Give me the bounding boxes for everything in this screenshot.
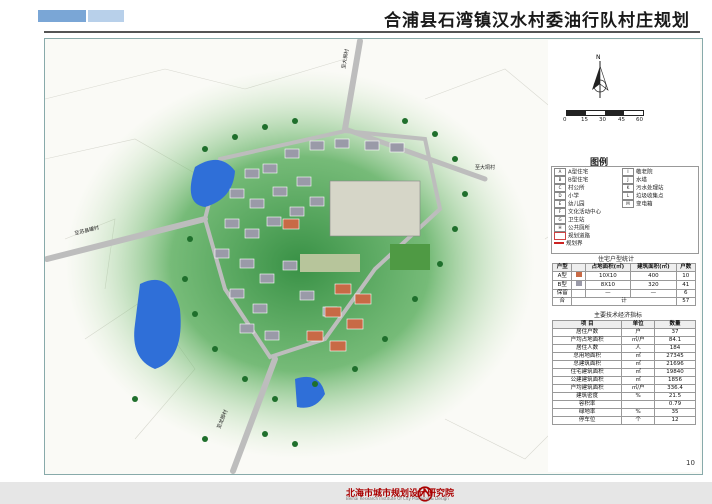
table-row: 户均建筑面积 ㎡/户 336.4 <box>551 384 697 393</box>
table-row: 总建筑面积㎡ 21696 <box>551 360 697 369</box>
page-title: 合浦县石湾镇汉水村委油行队村庄规划 <box>384 11 690 31</box>
table-row: 居住人数人 184 <box>551 344 697 353</box>
title-decoration-dark <box>38 10 86 22</box>
scale-tick-45: 45 <box>618 117 625 123</box>
scale-tick-30: 30 <box>599 117 606 123</box>
table-row: 户均占地面积 ㎡/户 84.1 <box>551 336 697 345</box>
indicators-table-title: 主要技术经济指标 <box>594 312 643 319</box>
table-row: 容积率 0.79 <box>551 400 697 409</box>
table-row: 保留 — —6 <box>551 289 697 298</box>
table-row: 停车位个 12 <box>551 416 697 425</box>
table-header-row: 项 目单位 数量 <box>551 320 697 329</box>
north-label: N <box>596 54 601 61</box>
table-total-row: 合计 57 <box>551 297 697 306</box>
scale-tick-60: 60 <box>636 117 643 123</box>
table-row: 建筑密度% 21.5 <box>551 392 697 401</box>
table-row: 绿地率% 35 <box>551 408 697 417</box>
table-row: 居住户数户 37 <box>551 328 697 337</box>
scale-bar <box>566 110 644 116</box>
table-header-row: 户型 占地面积(㎡) 建筑面积(㎡) 户数 <box>551 263 697 272</box>
table-row: 总用地面积㎡ 27345 <box>551 352 697 361</box>
compass-icon: N <box>592 54 609 98</box>
legend-item: M 变电箱 <box>622 200 653 209</box>
table-row: B型 8X10 320 41 <box>551 280 697 290</box>
table-row: 公建建筑面积㎡ 1856 <box>551 376 697 385</box>
road-label-east: 至大垌村 <box>475 164 495 171</box>
sports-ground <box>390 244 430 270</box>
indicators-table: 项 目单位 数量 居住户数户 37 户均占地面积 ㎡/户 84.1 居住人数人 184 总… <box>551 320 697 425</box>
page-number: 10 <box>686 459 695 467</box>
title-decoration-light <box>88 10 124 22</box>
table-row: 住宅建筑面积㎡ 19840 <box>551 368 697 377</box>
housing-table: 户型 占地面积(㎡) 建筑面积(㎡) 户数 A型 10X10 400 10 B型 8X10 32… <box>551 263 697 306</box>
title-rule <box>44 31 700 33</box>
housing-table-title: 住宅户型统计 <box>598 256 635 263</box>
scale-tick-0: 0 <box>563 117 567 123</box>
institute-name-en: Beihai Research Institute Of City Planni… <box>346 496 449 501</box>
scale-tick-15: 15 <box>581 117 588 123</box>
plaza <box>300 254 360 272</box>
road-label-north: 至大垌村 <box>340 48 350 69</box>
table-row: A型 10X10 400 10 <box>551 271 697 281</box>
school-field <box>329 180 421 237</box>
legend-item: 规划界 <box>554 240 583 248</box>
